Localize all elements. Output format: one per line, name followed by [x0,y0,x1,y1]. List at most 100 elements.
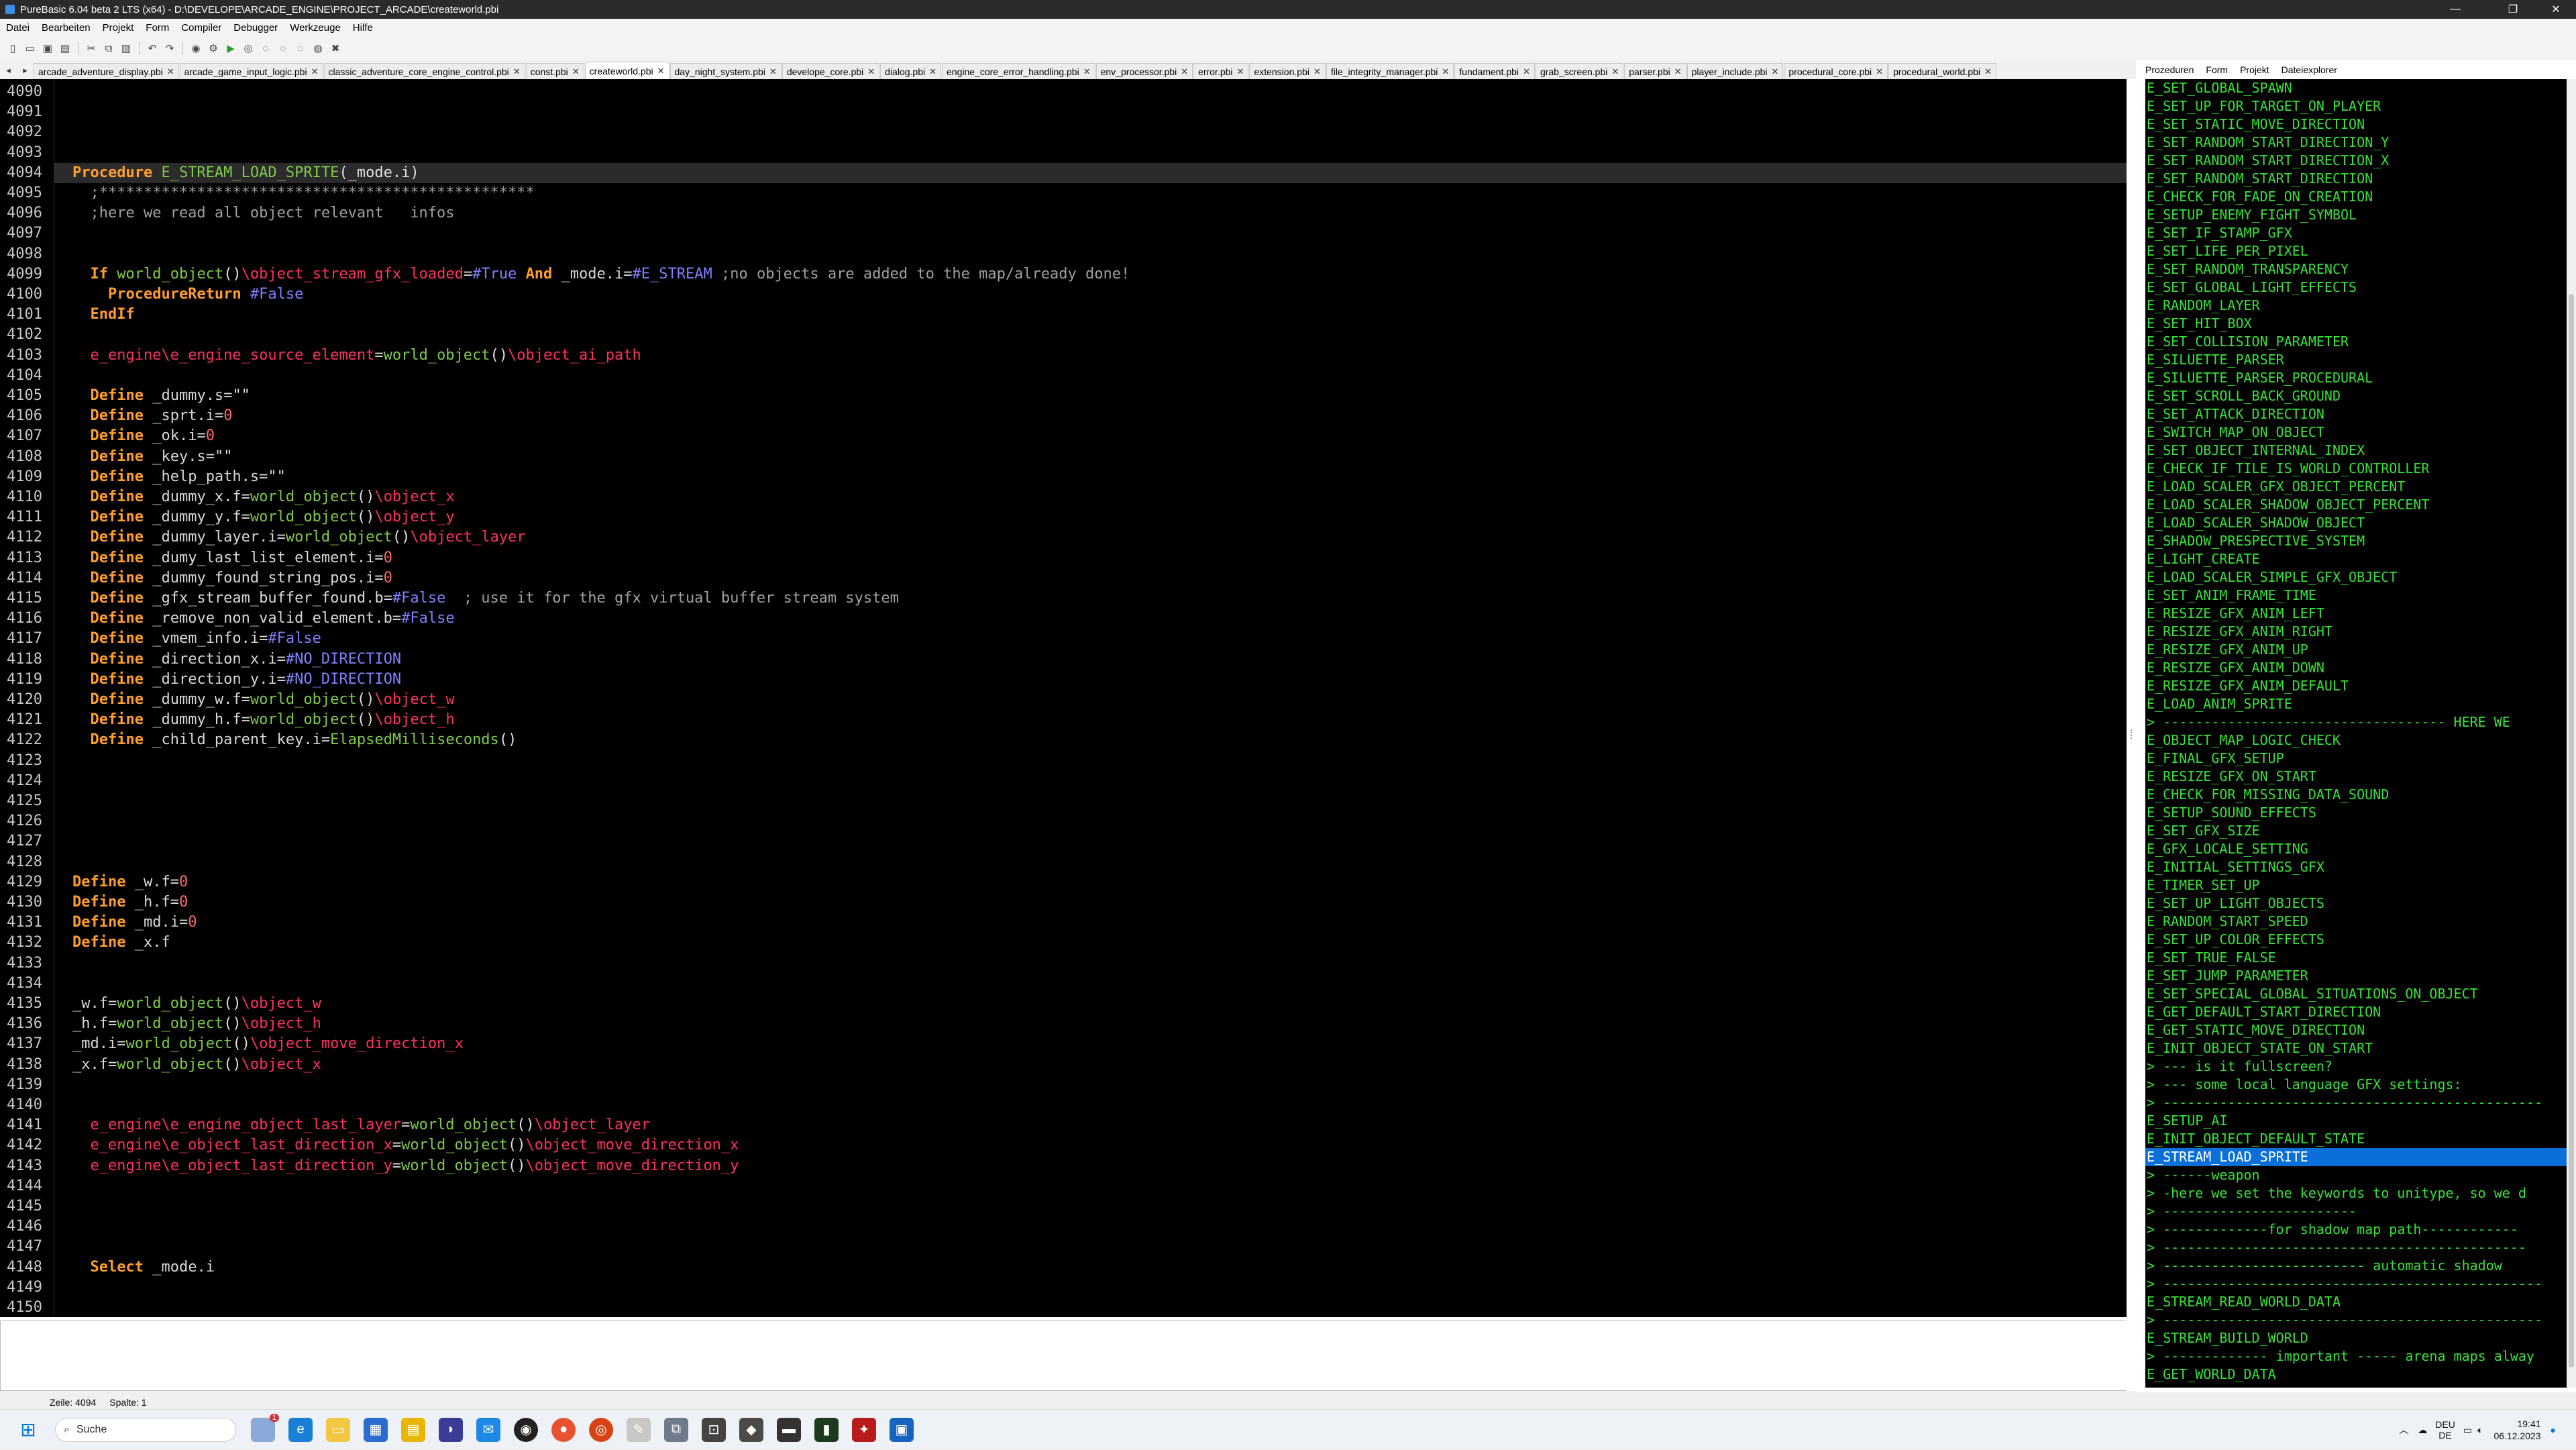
file-tab[interactable]: procedural_world.pbi ✕ [1888,63,1996,79]
procedure-item[interactable]: E_GFX_LOCALE_SETTING [2145,840,2568,858]
dev-tool-icon[interactable]: ▬ [777,1417,801,1442]
procedure-item[interactable]: E_LOAD_ANIM_SPRITE [2145,695,2568,713]
procedure-item[interactable]: E_RESIZE_GFX_ANIM_RIGHT [2145,623,2568,641]
file-tab[interactable]: engine_core_error_handling.pbi ✕ [942,63,1095,79]
code-line[interactable]: Define _h.f=0 [72,892,188,913]
procedure-item[interactable]: E_OBJECT_MAP_LOGIC_CHECK [2145,731,2568,749]
tool-tab-dateiexplorer[interactable]: Dateiexplorer [2282,64,2337,75]
procedure-item[interactable]: E_SET_JUMP_PARAMETER [2145,967,2568,985]
procedure-item[interactable]: E_TIMER_SET_UP [2145,876,2568,894]
procedure-item[interactable]: E_STREAM_LOAD_SPRITE [2145,1148,2568,1166]
close-tab-icon[interactable]: ✕ [1083,66,1091,77]
code-line[interactable]: Define _remove_non_valid_element.b=#Fals… [72,609,454,629]
procedure-item[interactable]: E_GET_DEFAULT_START_DIRECTION [2145,1003,2568,1021]
procedure-list[interactable]: E_SET_GLOBAL_SPAWN E_SET_UP_FOR_TARGET_ON… [2145,79,2568,1388]
procedure-marker[interactable]: > --------------------------------------… [2145,1311,2568,1329]
procedure-item[interactable]: E_SHADOW_PRESPECTIVE_SYSTEM [2145,532,2568,550]
browser-app-icon[interactable]: ◎ [589,1417,613,1442]
code-line[interactable]: If world_object()\object_stream_gfx_load… [72,264,1130,284]
procedure-item[interactable]: E_STREAM_BUILD_WORLD [2145,1329,2568,1347]
procedure-item[interactable]: E_GET_WORLD_DATA [2145,1365,2568,1384]
close-tab-icon[interactable]: ✕ [657,66,665,76]
procedure-item[interactable]: E_SILUETTE_PARSER [2145,351,2568,369]
procedure-item[interactable]: E_SET_HIT_BOX [2145,315,2568,333]
procedure-item[interactable]: E_SET_ATTACK_DIRECTION [2145,405,2568,423]
file-tab[interactable]: dialog.pbi ✕ [880,63,941,79]
code-line[interactable]: Define _x.f [72,933,170,953]
procedure-item[interactable]: E_LIGHT_CREATE [2145,550,2568,568]
procedure-marker[interactable]: > --- is it fullscreen? [2145,1057,2568,1076]
procedure-marker[interactable]: > ------------------------- automatic sh… [2145,1257,2568,1275]
procedure-item[interactable]: E_INIT_OBJECT_STATE_ON_START [2145,1039,2568,1057]
close-tab-icon[interactable]: ✕ [769,66,777,77]
code-line[interactable]: Select _mode.i [72,1257,214,1278]
code-line[interactable]: Define _key.s="" [72,447,232,467]
store-icon[interactable]: ▦ [364,1417,388,1442]
procedure-item[interactable]: E_SET_SPECIAL_GLOBAL_SITUATIONS_ON_OBJEC… [2145,985,2568,1003]
close-tab-icon[interactable]: ✕ [1523,66,1530,77]
procedure-item[interactable]: E_LOAD_SCALER_SHADOW_OBJECT [2145,514,2568,532]
file-tab[interactable]: parser.pbi ✕ [1624,63,1686,79]
close-tab-icon[interactable]: ✕ [867,66,875,77]
edge-browser-icon[interactable]: e [288,1417,313,1442]
procedure-item[interactable]: E_SET_GLOBAL_SPAWN [2145,79,2568,97]
file-tab[interactable]: extension.pbi ✕ [1249,63,1326,79]
menu-item-debugger[interactable]: Debugger [227,22,284,34]
new-file-icon[interactable]: ▯ [6,42,19,55]
procedure-item[interactable]: E_SETUP_SOUND_EFFECTS [2145,804,2568,822]
file-tab[interactable]: const.pbi ✕ [525,63,584,79]
procedure-item[interactable]: E_LOAD_SCALER_GFX_OBJECT_PERCENT [2145,478,2568,496]
code-line[interactable]: e_engine\e_object_last_direction_y=world… [72,1156,739,1176]
close-tab-icon[interactable]: ✕ [167,66,174,77]
close-tab-icon[interactable]: ✕ [1237,66,1244,77]
procedure-item[interactable]: E_SET_STATIC_MOVE_DIRECTION [2145,115,2568,134]
code-line[interactable]: _md.i=world_object()\object_move_directi… [72,1034,464,1054]
menu-item-form[interactable]: Form [140,22,175,34]
procedure-marker[interactable]: > -------------for shadow map path------… [2145,1221,2568,1239]
menu-item-projekt[interactable]: Projekt [97,22,140,34]
procedure-item[interactable]: E_RANDOM_START_SPEED [2145,913,2568,931]
code-line[interactable]: Define _dummy_y.f=world_object()\object_… [72,507,454,527]
code-line[interactable]: EndIf [72,305,134,325]
windows-start-icon[interactable]: ⊞ [16,1418,40,1442]
procedure-item[interactable]: E_CHECK_FOR_MISSING_DATA_SOUND [2145,786,2568,804]
procedure-item[interactable]: E_SWITCH_MAP_ON_OBJECT [2145,423,2568,442]
widgets-icon[interactable]: 1 [251,1413,279,1442]
close-tab-icon[interactable]: ✕ [1876,66,1883,77]
procedure-item[interactable]: E_CHECK_IF_TILE_IS_WORLD_CONTROLLER [2145,460,2568,478]
procedure-item[interactable]: E_SET_UP_LIGHT_OBJECTS [2145,894,2568,913]
code-line[interactable]: Define _dumy_last_list_element.i=0 [72,548,392,568]
procedure-marker[interactable]: > ------weapon [2145,1166,2568,1184]
menu-item-compiler[interactable]: Compiler [175,22,227,34]
code-line[interactable]: _x.f=world_object()\object_x [72,1055,321,1075]
procedure-item[interactable]: E_SET_RANDOM_START_DIRECTION [2145,170,2568,188]
procedure-item[interactable]: E_SET_RANDOM_START_DIRECTION_Y [2145,134,2568,152]
file-tab[interactable]: day_night_system.pbi ✕ [669,63,782,79]
file-tab[interactable]: develope_core.pbi ✕ [782,63,880,79]
code-line[interactable]: Define _dummy.s="" [72,386,250,406]
panel-splitter[interactable]: ⁞ [2127,79,2136,1391]
code-line[interactable]: Define _sprt.i=0 [72,406,232,426]
headset-app-icon[interactable]: ◗ [439,1417,463,1442]
paste-icon[interactable]: ▥ [119,42,133,55]
file-tab[interactable]: arcade_game_input_logic.pbi ✕ [179,63,323,79]
procedure-item[interactable]: E_LOAD_SCALER_SIMPLE_GFX_OBJECT [2145,568,2568,586]
step-out-icon[interactable]: ◌ [294,42,307,55]
file-tab[interactable]: env_processor.pbi ✕ [1095,63,1193,79]
undo-icon[interactable]: ↶ [146,42,159,55]
close-tab-icon[interactable]: ✕ [311,66,319,77]
file-explorer-icon[interactable]: ▭ [326,1417,350,1442]
notes-icon[interactable]: ▤ [401,1417,425,1442]
maximize-button[interactable]: ❐ [2493,0,2533,19]
code-line[interactable]: Define _dummy_w.f=world_object()\object_… [72,690,454,710]
code-line[interactable]: Define _direction_y.i=#NO_DIRECTION [72,670,401,690]
brush-tool-icon[interactable]: ✎ [627,1417,651,1442]
code-line[interactable]: Define _dummy_h.f=world_object()\object_… [72,710,454,730]
tool-tab-prozeduren[interactable]: Prozeduren [2145,64,2194,75]
procedure-item[interactable]: E_INITIAL_SETTINGS_GFX [2145,858,2568,876]
scroll-thumb[interactable] [2569,294,2574,1367]
code-line[interactable]: Define _dummy_x.f=world_object()\object_… [72,487,454,507]
procedure-item[interactable]: E_INIT_OBJECT_DEFAULT_STATE [2145,1130,2568,1148]
volume-icon[interactable]: 🔈︎ [2477,1425,2483,1436]
tab-right-icon[interactable]: ▸ [23,65,28,76]
